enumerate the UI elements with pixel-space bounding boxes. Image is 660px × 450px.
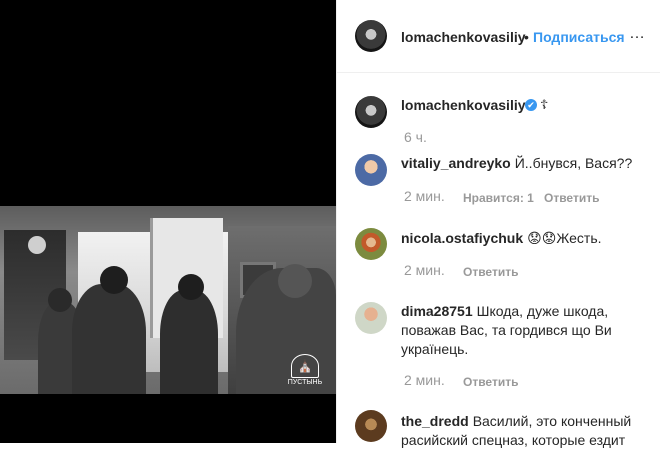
commenter-username[interactable]: nicola.ostafiychuk [401,230,523,246]
more-options-button[interactable]: … [629,25,646,43]
video-icon-halo [28,236,46,254]
video-figure [160,290,218,394]
follow-button[interactable]: Подписаться [533,29,625,45]
comment-text: Жесть. [556,230,602,246]
worried-face-icon: 😟 [541,230,557,246]
caption-timestamp[interactable]: 6 ч. [404,129,427,145]
commenter-avatar[interactable] [355,228,387,260]
verified-badge-icon: ✔ [525,99,537,111]
monastery-logo-icon: ⛪ [291,354,319,378]
comments-scrollbar[interactable] [655,0,660,443]
caption-owner-avatar[interactable] [355,96,387,128]
comment-body: nicola.ostafiychuk 😟😟Жесть. [401,229,653,247]
video-figure-head [278,264,312,298]
comment-body: vitaliy_andreyko Й..бнувся, Вася?? [401,154,653,172]
commenter-avatar[interactable] [355,302,387,334]
video-figure-head [48,288,72,312]
owner-username[interactable]: lomachenkovasiliy [401,29,526,45]
post-media[interactable]: ⛪ ПУСТЫНЬ [0,0,336,443]
follow-separator: • [524,29,529,45]
comment-body: dima28751 Шкода, дуже шкода, поважав Вас,… [401,302,641,359]
commenter-username[interactable]: vitaliy_andreyko [401,155,511,171]
video-figure-head [100,266,128,294]
comment-likes[interactable]: Нравится: 1 [463,191,534,205]
video-watermark: ⛪ ПУСТЫНЬ [284,354,326,390]
owner-avatar[interactable] [355,20,387,52]
comment-body: the_dredd Василий, это конченный расийски… [401,412,641,450]
post-header: lomachenkovasiliy • Подписаться … [337,0,660,73]
commenter-avatar[interactable] [355,410,387,442]
reply-button[interactable]: Ответить [463,265,518,279]
worried-face-icon: 😟 [527,230,542,246]
video-figure-head [178,274,204,300]
comment-text: Й..бнувся, Вася?? [514,155,633,171]
post-sidebar: lomachenkovasiliy • Подписаться … lomach… [336,0,660,448]
video-watermark-text: ПУСТЫНЬ [287,379,323,386]
video-figure [72,284,146,394]
commenter-username[interactable]: dima28751 [401,303,473,319]
comment-timestamp[interactable]: 2 мин. [404,188,445,204]
reply-button[interactable]: Ответить [544,191,599,205]
commenter-avatar[interactable] [355,154,387,186]
orthodox-cross-icon: ☦ [540,97,549,112]
video-frame[interactable]: ⛪ ПУСТЫНЬ [0,206,336,394]
comment-timestamp[interactable]: 2 мин. [404,262,445,278]
comment-timestamp[interactable]: 2 мин. [404,372,445,388]
caption-owner-username[interactable]: lomachenkovasiliy [401,97,526,113]
reply-button[interactable]: Ответить [463,375,518,389]
commenter-username[interactable]: the_dredd [401,413,469,429]
